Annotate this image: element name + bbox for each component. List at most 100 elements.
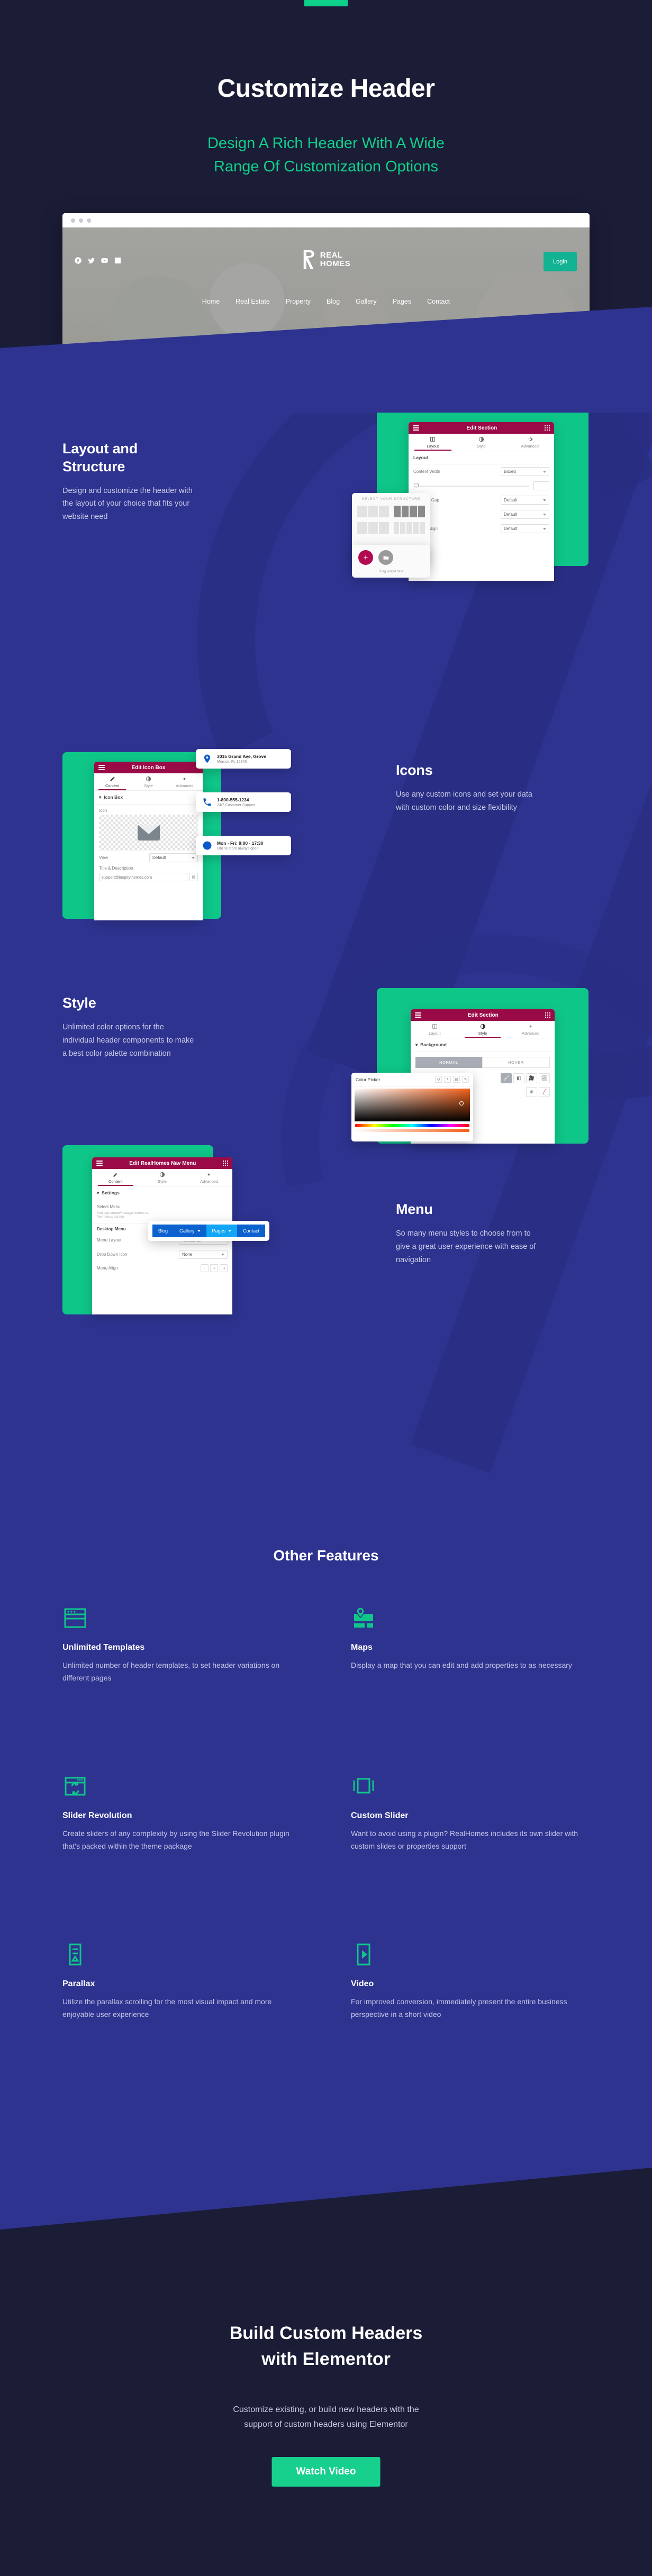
add-section-button[interactable]: +: [358, 550, 373, 565]
structure-option-4col-selected[interactable]: [393, 506, 425, 517]
select-content-width[interactable]: Boxed: [501, 467, 549, 476]
number-stepper[interactable]: [533, 481, 549, 490]
hamburger-icon[interactable]: [98, 764, 105, 771]
tab-advanced[interactable]: Advanced: [167, 773, 203, 790]
grid-apps-icon[interactable]: [544, 425, 550, 431]
structure-option-3col[interactable]: [357, 506, 389, 517]
align-center-icon[interactable]: ✛: [210, 1264, 218, 1272]
desktop-icon[interactable]: [413, 483, 419, 489]
nav-item-home[interactable]: Home: [202, 298, 220, 305]
panel-tabs-layout[interactable]: Layout Style Advanced: [409, 434, 554, 451]
menu-preview-item-contact[interactable]: Contact: [237, 1225, 266, 1237]
tab-content[interactable]: Content: [92, 1169, 139, 1186]
select-dropdown-icon[interactable]: None: [179, 1250, 228, 1259]
select-menu-hint: You can create/manage menus on the menus…: [97, 1211, 150, 1219]
eyedropper-icon[interactable]: ✎: [462, 1076, 469, 1083]
tab-layout[interactable]: Layout: [409, 434, 457, 451]
bg-classic-icon[interactable]: 🖌: [501, 1073, 512, 1083]
panel-tabs-icons[interactable]: Content Style Advanced: [94, 773, 203, 791]
menu-align-buttons[interactable]: ⊦ ✛ ⊣: [201, 1264, 228, 1272]
bg-slideshow-icon[interactable]: 🖼: [539, 1073, 550, 1083]
title-desc-input[interactable]: support@inspirythemes.com: [99, 873, 187, 881]
nav-item-real-estate[interactable]: Real Estate: [236, 298, 270, 305]
tab-advanced[interactable]: Advanced: [186, 1169, 232, 1186]
alpha-slider[interactable]: [355, 1129, 469, 1132]
grid-apps-icon[interactable]: [222, 1160, 228, 1166]
youtube-icon[interactable]: [101, 257, 108, 264]
add-widget-buttons[interactable]: +: [352, 545, 430, 570]
hamburger-icon[interactable]: [415, 1011, 421, 1019]
globe-icon[interactable]: ⊕: [526, 1087, 537, 1097]
tab-style[interactable]: Style: [457, 434, 506, 451]
menu-preview-popup[interactable]: Blog Gallery Pages Contact: [148, 1221, 270, 1241]
nav-item-pages[interactable]: Pages: [393, 298, 411, 305]
add-widget-popup[interactable]: + Drag widget here: [352, 545, 430, 578]
color-picker-popup[interactable]: Color Picker ↺ + ▤ ✎: [351, 1073, 473, 1141]
structure-options[interactable]: [352, 501, 430, 540]
chevron-down-icon: [197, 1230, 201, 1232]
structure-option-3col-alt[interactable]: [357, 522, 389, 534]
chevron-down-icon[interactable]: ▾: [415, 1042, 418, 1048]
tab-style[interactable]: Style: [459, 1021, 507, 1038]
nav-item-gallery[interactable]: Gallery: [356, 298, 377, 305]
select-columns-gap[interactable]: Default: [501, 496, 549, 505]
nav-item-property[interactable]: Property: [286, 298, 311, 305]
panel-tabs-style[interactable]: Layout Style Advanced: [411, 1021, 555, 1038]
hamburger-icon[interactable]: [413, 424, 419, 432]
align-right-icon[interactable]: ⊣: [220, 1264, 228, 1272]
add-icon[interactable]: +: [444, 1076, 451, 1083]
watch-video-button[interactable]: Watch Video: [271, 2457, 381, 2487]
template-folder-button[interactable]: [378, 550, 393, 565]
color-picker-handle[interactable]: [459, 1101, 464, 1106]
menu-preview-label-gallery: Gallery: [179, 1228, 195, 1234]
menu-preview-item-gallery[interactable]: Gallery: [174, 1225, 206, 1237]
facebook-icon[interactable]: [74, 257, 82, 264]
preview-main-nav[interactable]: Home Real Estate Property Blog Gallery P…: [202, 298, 450, 305]
title-desc-field-row[interactable]: support@inspirythemes.com ▤: [99, 873, 198, 881]
color-picker-saturation-area[interactable]: [355, 1089, 470, 1121]
chevron-down-icon[interactable]: ▾: [97, 1190, 99, 1196]
color-picker-sliders[interactable]: [351, 1121, 473, 1135]
grid-apps-icon[interactable]: [545, 1012, 550, 1018]
twitter-icon[interactable]: [87, 257, 95, 264]
linkedin-icon[interactable]: [114, 257, 122, 264]
tab-style[interactable]: Style: [130, 773, 166, 790]
align-left-icon[interactable]: ⊦: [201, 1264, 209, 1272]
chevron-down-icon[interactable]: ▾: [99, 794, 101, 800]
select-view[interactable]: Default: [149, 853, 198, 862]
tab-content[interactable]: Content: [94, 773, 130, 790]
icon-preview-area[interactable]: [99, 815, 198, 851]
bg-gradient-icon[interactable]: ◧: [513, 1073, 524, 1083]
select-height[interactable]: Default: [501, 510, 549, 519]
none-icon[interactable]: ╱: [539, 1087, 550, 1097]
hamburger-icon[interactable]: [96, 1159, 103, 1167]
state-tab-normal[interactable]: NORMAL: [415, 1057, 482, 1068]
tab-label-advanced: Advanced: [521, 444, 539, 449]
bg-video-icon[interactable]: 🎥: [526, 1073, 537, 1083]
tab-layout[interactable]: Layout: [411, 1021, 459, 1038]
tab-style[interactable]: Style: [139, 1169, 185, 1186]
state-tabs[interactable]: NORMAL HOVER: [415, 1057, 550, 1068]
nav-item-contact[interactable]: Contact: [427, 298, 450, 305]
reset-icon[interactable]: ↺: [435, 1076, 442, 1083]
state-tab-hover[interactable]: HOVER: [482, 1057, 550, 1068]
slider-track[interactable]: [419, 485, 529, 487]
nav-item-blog[interactable]: Blog: [327, 298, 340, 305]
video-play-icon: [357, 1943, 370, 1966]
login-button[interactable]: Login: [544, 252, 577, 271]
color-picker-gradient-wrap[interactable]: [351, 1086, 473, 1121]
menu-preview-item-pages[interactable]: Pages: [206, 1225, 238, 1237]
dynamic-tags-icon[interactable]: ▤: [453, 1076, 460, 1083]
dynamic-tags-icon[interactable]: ▤: [189, 873, 198, 881]
social-links[interactable]: [74, 257, 122, 264]
tab-advanced[interactable]: Advanced: [506, 1021, 555, 1038]
structure-option-5col[interactable]: [393, 522, 425, 534]
panel-tabs-menu[interactable]: Content Style Advanced: [92, 1169, 232, 1186]
hue-slider[interactable]: [355, 1124, 469, 1127]
menu-preview-item-blog[interactable]: Blog: [152, 1225, 174, 1237]
select-vertical-align[interactable]: Default: [501, 524, 549, 533]
info-card-hours-desc: Online store always open: [217, 847, 259, 851]
phone-icon: [203, 798, 211, 806]
color-picker-tools[interactable]: ↺ + ▤ ✎: [435, 1076, 469, 1083]
tab-advanced[interactable]: Advanced: [505, 434, 554, 451]
